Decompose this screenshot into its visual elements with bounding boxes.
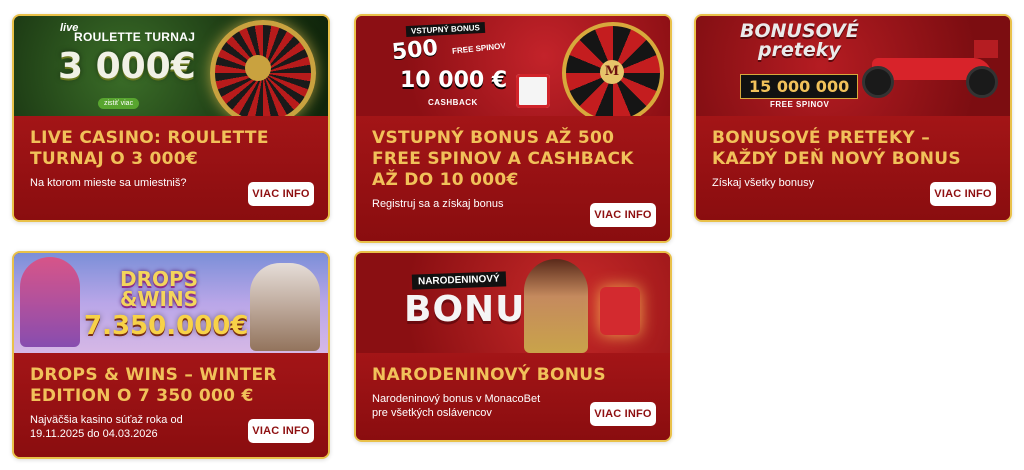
banner-spins-text: FREE SPINOV bbox=[451, 41, 507, 56]
banner-prize-amount: 3 000€ bbox=[58, 46, 196, 87]
monaco-logo-icon: M bbox=[600, 60, 624, 84]
fortune-wheel-icon: M bbox=[562, 22, 664, 116]
promo-banner-roulette[interactable]: live ROULETTE TURNAJ 3 000€ zistiť viac bbox=[14, 16, 328, 116]
promo-card-narodeninovy[interactable]: NARODENINOVÝ BONUS NARODENINOVÝ BONUS Na… bbox=[354, 251, 672, 442]
promo-description: Registruj sa a získaj bonus bbox=[372, 198, 504, 210]
promo-title: DROPS & WINS – WINTER EDITION O 7 350 00… bbox=[30, 365, 277, 406]
banner-spins-number: 500 bbox=[390, 35, 440, 66]
promo-card-vstupny-bonus[interactable]: VSTUPNÝ BONUS 500 FREE SPINOV 10 000 € C… bbox=[354, 14, 672, 243]
viac-info-button[interactable]: VIAC INFO bbox=[248, 182, 314, 206]
banner-prize-amount: 7.350.000€ bbox=[84, 311, 249, 341]
zeus-illustration-icon bbox=[250, 263, 320, 351]
character-illustration-icon bbox=[20, 257, 80, 347]
gift-box-icon bbox=[600, 287, 640, 335]
promo-banner-preteky[interactable]: BONUSOVÉ preteky 15 000 000 FREE SPINOV bbox=[696, 16, 1010, 116]
promo-card-body: VSTUPNÝ BONUS AŽ 500 FREE SPINOV A CASHB… bbox=[356, 116, 670, 241]
banner-tournament-label: ROULETTE TURNAJ bbox=[74, 30, 196, 44]
promo-description: Získaj všetky bonusy bbox=[712, 177, 815, 189]
promo-card-drops-wins[interactable]: DROPS &WINS 7.350.000€ DROPS & WINS – WI… bbox=[12, 251, 330, 459]
promo-description: Na ktorom mieste sa umiestniš? bbox=[30, 177, 187, 189]
gift-box-icon bbox=[516, 74, 550, 108]
promo-banner-drops-wins[interactable]: DROPS &WINS 7.350.000€ bbox=[14, 253, 328, 353]
promo-title: VSTUPNÝ BONUS AŽ 500 FREE SPINOV A CASHB… bbox=[372, 128, 634, 190]
banner-cashback-amount: 10 000 € bbox=[400, 68, 508, 93]
viac-info-button[interactable]: VIAC INFO bbox=[590, 203, 656, 227]
viac-info-button[interactable]: VIAC INFO bbox=[248, 419, 314, 443]
race-car-icon bbox=[862, 40, 1002, 98]
promo-card-body: BONUSOVÉ PRETEKY – KAŽDÝ DEŇ NOVÝ BONUS … bbox=[696, 116, 1010, 220]
banner-race-title: BONUSOVÉ preteky bbox=[740, 22, 859, 60]
promo-card-body: NARODENINOVÝ BONUS Narodeninový bonus v … bbox=[356, 353, 670, 440]
banner-birthday-label: NARODENINOVÝ bbox=[411, 271, 506, 290]
promo-card-roulette[interactable]: live ROULETTE TURNAJ 3 000€ zistiť viac … bbox=[12, 14, 330, 222]
banner-spins-total: 15 000 000 bbox=[740, 74, 859, 99]
roulette-wheel-icon bbox=[210, 20, 316, 116]
banner-spins-label: FREE SPINOV bbox=[770, 100, 830, 109]
woman-illustration-icon bbox=[524, 259, 588, 353]
banner-cta-pill[interactable]: zistiť viac bbox=[98, 98, 140, 109]
banner-race-title-line2: preteky bbox=[757, 39, 841, 61]
promo-card-body: LIVE CASINO: ROULETTE TURNAJ O 3 000€ Na… bbox=[14, 116, 328, 220]
banner-cashback-label: CASHBACK bbox=[428, 98, 478, 107]
viac-info-button[interactable]: VIAC INFO bbox=[590, 402, 656, 426]
promo-title: LIVE CASINO: ROULETTE TURNAJ O 3 000€ bbox=[30, 128, 269, 169]
promo-title: BONUSOVÉ PRETEKY – KAŽDÝ DEŇ NOVÝ BONUS bbox=[712, 128, 961, 169]
promo-description: Narodeninový bonus v MonacoBet pre všetk… bbox=[372, 393, 541, 419]
banner-drops-wins-logo: DROPS &WINS bbox=[120, 269, 198, 309]
promo-card-body: DROPS & WINS – WINTER EDITION O 7 350 00… bbox=[14, 353, 328, 457]
promo-banner-vstupny-bonus[interactable]: VSTUPNÝ BONUS 500 FREE SPINOV 10 000 € C… bbox=[356, 16, 670, 116]
banner-drops-line2: &WINS bbox=[120, 287, 199, 311]
promo-banner-narodeninovy[interactable]: NARODENINOVÝ BONUS bbox=[356, 253, 670, 353]
promo-title: NARODENINOVÝ BONUS bbox=[372, 365, 606, 385]
viac-info-button[interactable]: VIAC INFO bbox=[930, 182, 996, 206]
promo-card-preteky[interactable]: BONUSOVÉ preteky 15 000 000 FREE SPINOV … bbox=[694, 14, 1012, 222]
promo-description: Najväčšia kasino súťaž roka od 19.11.202… bbox=[30, 414, 183, 440]
banner-bonus-label: VSTUPNÝ BONUS bbox=[405, 21, 486, 38]
